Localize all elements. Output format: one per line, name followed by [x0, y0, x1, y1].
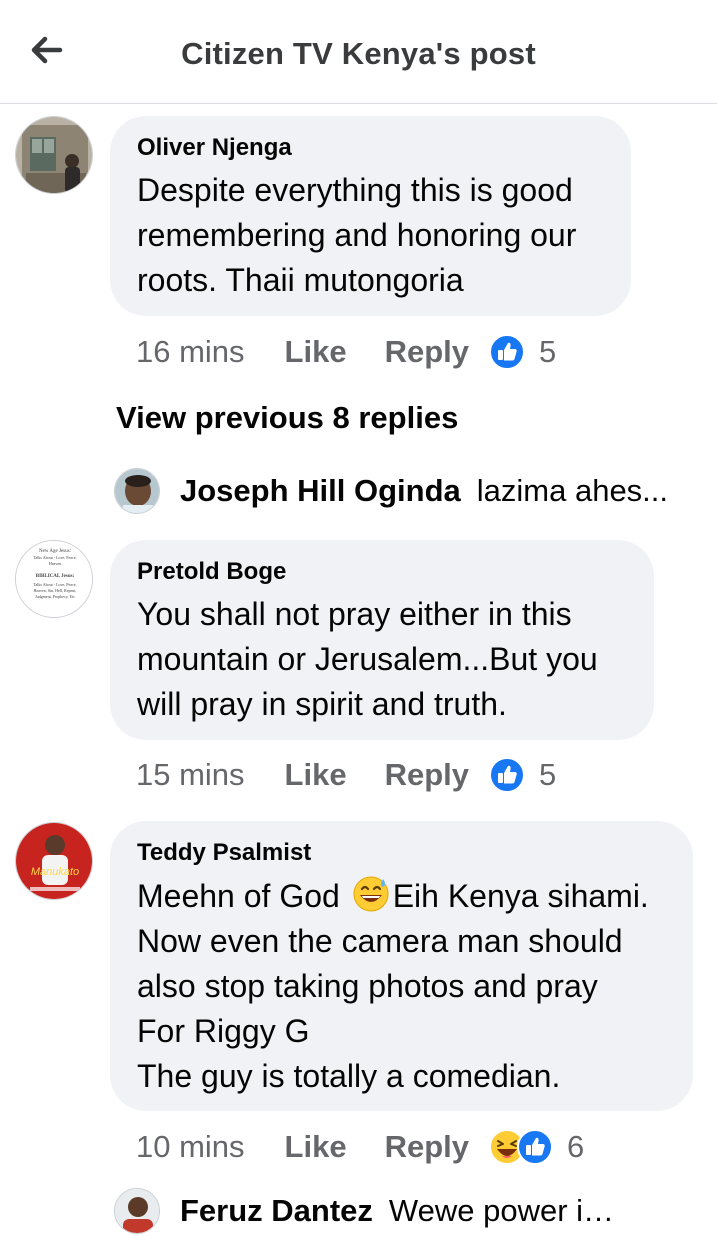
avatar-teddy-psalmist[interactable]: Manukato [15, 822, 93, 900]
reaction-count[interactable]: 6 [567, 1129, 584, 1165]
comment-bubble: Pretold Boge You shall not pray either i… [110, 540, 654, 740]
thumbs-up-icon [489, 334, 525, 370]
svg-text:Heaven: Heaven [49, 561, 61, 566]
like-button[interactable]: Like [285, 334, 347, 370]
grinning-sweat-face-icon [353, 876, 389, 912]
avatar-pretold-boge[interactable]: New Age Jesus: Talks About - Love, Peace… [15, 540, 93, 618]
comment-text: Meehn of God Eih Kenya sihami. Now even … [137, 873, 666, 1099]
reply-button[interactable]: Reply [385, 1129, 469, 1165]
reply-author[interactable]: Joseph Hill Oginda [180, 473, 461, 509]
comment-actions: 15 mins Like Reply 5 [136, 755, 556, 795]
reactions-summary[interactable] [489, 1129, 553, 1165]
svg-text:New Age Jesus:: New Age Jesus: [39, 549, 71, 554]
like-button[interactable]: Like [285, 1129, 347, 1165]
thumbs-up-icon [517, 1129, 553, 1165]
svg-text:BIBLICAL Jesus:: BIBLICAL Jesus: [36, 574, 75, 579]
reply-button[interactable]: Reply [385, 334, 469, 370]
like-button[interactable]: Like [285, 757, 347, 793]
comment-timestamp[interactable]: 16 mins [136, 334, 245, 370]
comment-author[interactable]: Pretold Boge [137, 558, 627, 586]
comment-text: You shall not pray either in this mounta… [137, 596, 598, 722]
comment-timestamp[interactable]: 10 mins [136, 1129, 245, 1165]
svg-text:Manukato: Manukato [31, 866, 79, 878]
comment-bubble: Oliver Njenga Despite everything this is… [110, 116, 631, 316]
comment-bubble: Teddy Psalmist Meehn of God Eih Kenya si… [110, 821, 693, 1111]
reply-preview[interactable]: Feruz Dantez Wewe power ime... [114, 1186, 639, 1236]
reaction-count[interactable]: 5 [539, 334, 556, 370]
page-title: Citizen TV Kenya's post [181, 36, 536, 71]
reactions-summary[interactable] [489, 334, 525, 370]
reactions-summary[interactable] [489, 757, 525, 793]
view-previous-replies-link[interactable]: View previous 8 replies [116, 400, 458, 436]
avatar-feruz-dantez[interactable] [114, 1188, 160, 1234]
reply-snippet: lazima ahes... [476, 473, 669, 508]
top-app-bar: Citizen TV Kenya's post [0, 0, 717, 104]
thumbs-up-icon [489, 757, 525, 793]
avatar-joseph-hill-oginda[interactable] [114, 468, 160, 514]
comment-author[interactable]: Oliver Njenga [137, 134, 604, 162]
reaction-count[interactable]: 5 [539, 757, 556, 793]
comment-actions: 10 mins Like Reply 6 [136, 1127, 584, 1167]
avatar-oliver-njenga[interactable] [15, 116, 93, 194]
comment-author[interactable]: Teddy Psalmist [137, 839, 666, 867]
comment-timestamp[interactable]: 15 mins [136, 757, 245, 793]
comment-actions: 16 mins Like Reply 5 [136, 332, 556, 372]
comment-text: Despite everything this is good remember… [137, 172, 577, 298]
reply-preview[interactable]: Joseph Hill Oginda lazima ahes... [114, 466, 668, 516]
reply-button[interactable]: Reply [385, 757, 469, 793]
